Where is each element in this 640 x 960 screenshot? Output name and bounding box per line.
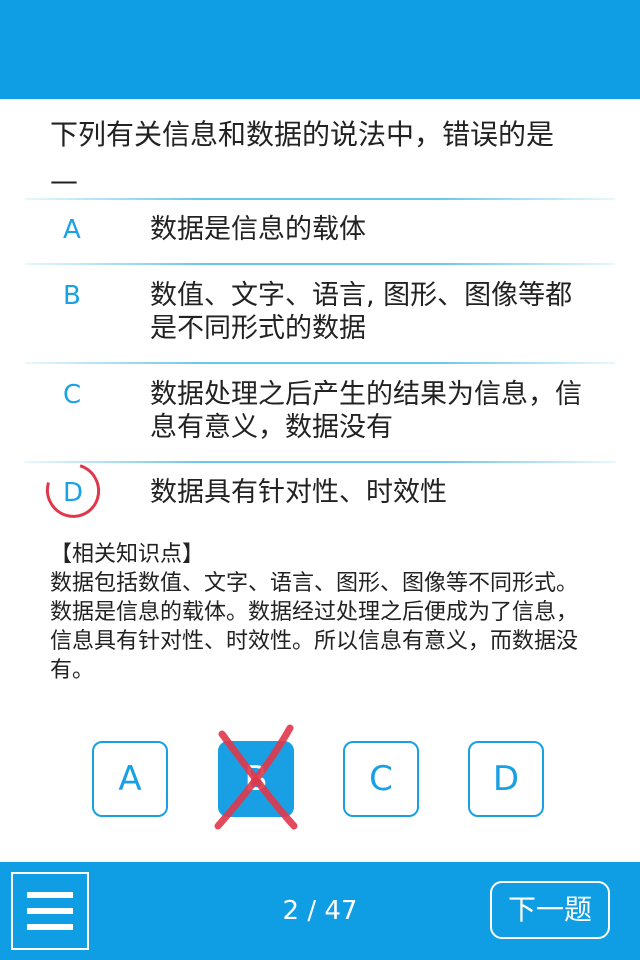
wrong-answer-cross-icon	[214, 724, 298, 830]
menu-button[interactable]	[11, 872, 89, 950]
divider	[25, 263, 615, 265]
option-c-text: 数据处理之后产生的结果为信息，信息有意义，数据没有	[150, 379, 582, 443]
question-text: 下列有关信息和数据的说法中，错误的是 —	[50, 112, 610, 204]
answer-button-d[interactable]: D	[468, 741, 544, 817]
answer-button-a[interactable]: A	[92, 741, 168, 817]
header-bar	[0, 0, 640, 99]
divider	[25, 461, 615, 463]
option-a-letter: A	[63, 215, 81, 245]
option-c-letter: C	[63, 380, 82, 410]
next-question-button[interactable]: 下一题	[490, 881, 610, 939]
option-b-text: 数值、文字、语言, 图形、图像等都是不同形式的数据	[150, 280, 573, 344]
correct-answer-circle-icon	[36, 453, 110, 528]
option-a-text: 数据是信息的载体	[150, 214, 366, 245]
hamburger-menu-icon	[27, 892, 73, 898]
divider	[25, 362, 615, 364]
answer-button-c[interactable]: C	[343, 741, 419, 817]
option-d-text: 数据具有针对性、时效性	[150, 477, 447, 508]
hamburger-menu-icon	[27, 924, 73, 930]
question-stem: 下列有关信息和数据的说法中，错误的是	[50, 118, 555, 151]
knowledge-title: 【相关知识点】	[50, 542, 205, 567]
hamburger-menu-icon	[27, 908, 73, 914]
option-b-letter: B	[63, 281, 81, 311]
page-indicator: 2 / 47	[282, 896, 358, 926]
divider	[25, 198, 615, 200]
knowledge-point: 【相关知识点】 数据包括数值、文字、语言、图形、图像等不同形式。数据是信息的载体…	[50, 540, 590, 685]
knowledge-body: 数据包括数值、文字、语言、图形、图像等不同形式。数据是信息的载体。数据经过处理之…	[50, 571, 579, 683]
